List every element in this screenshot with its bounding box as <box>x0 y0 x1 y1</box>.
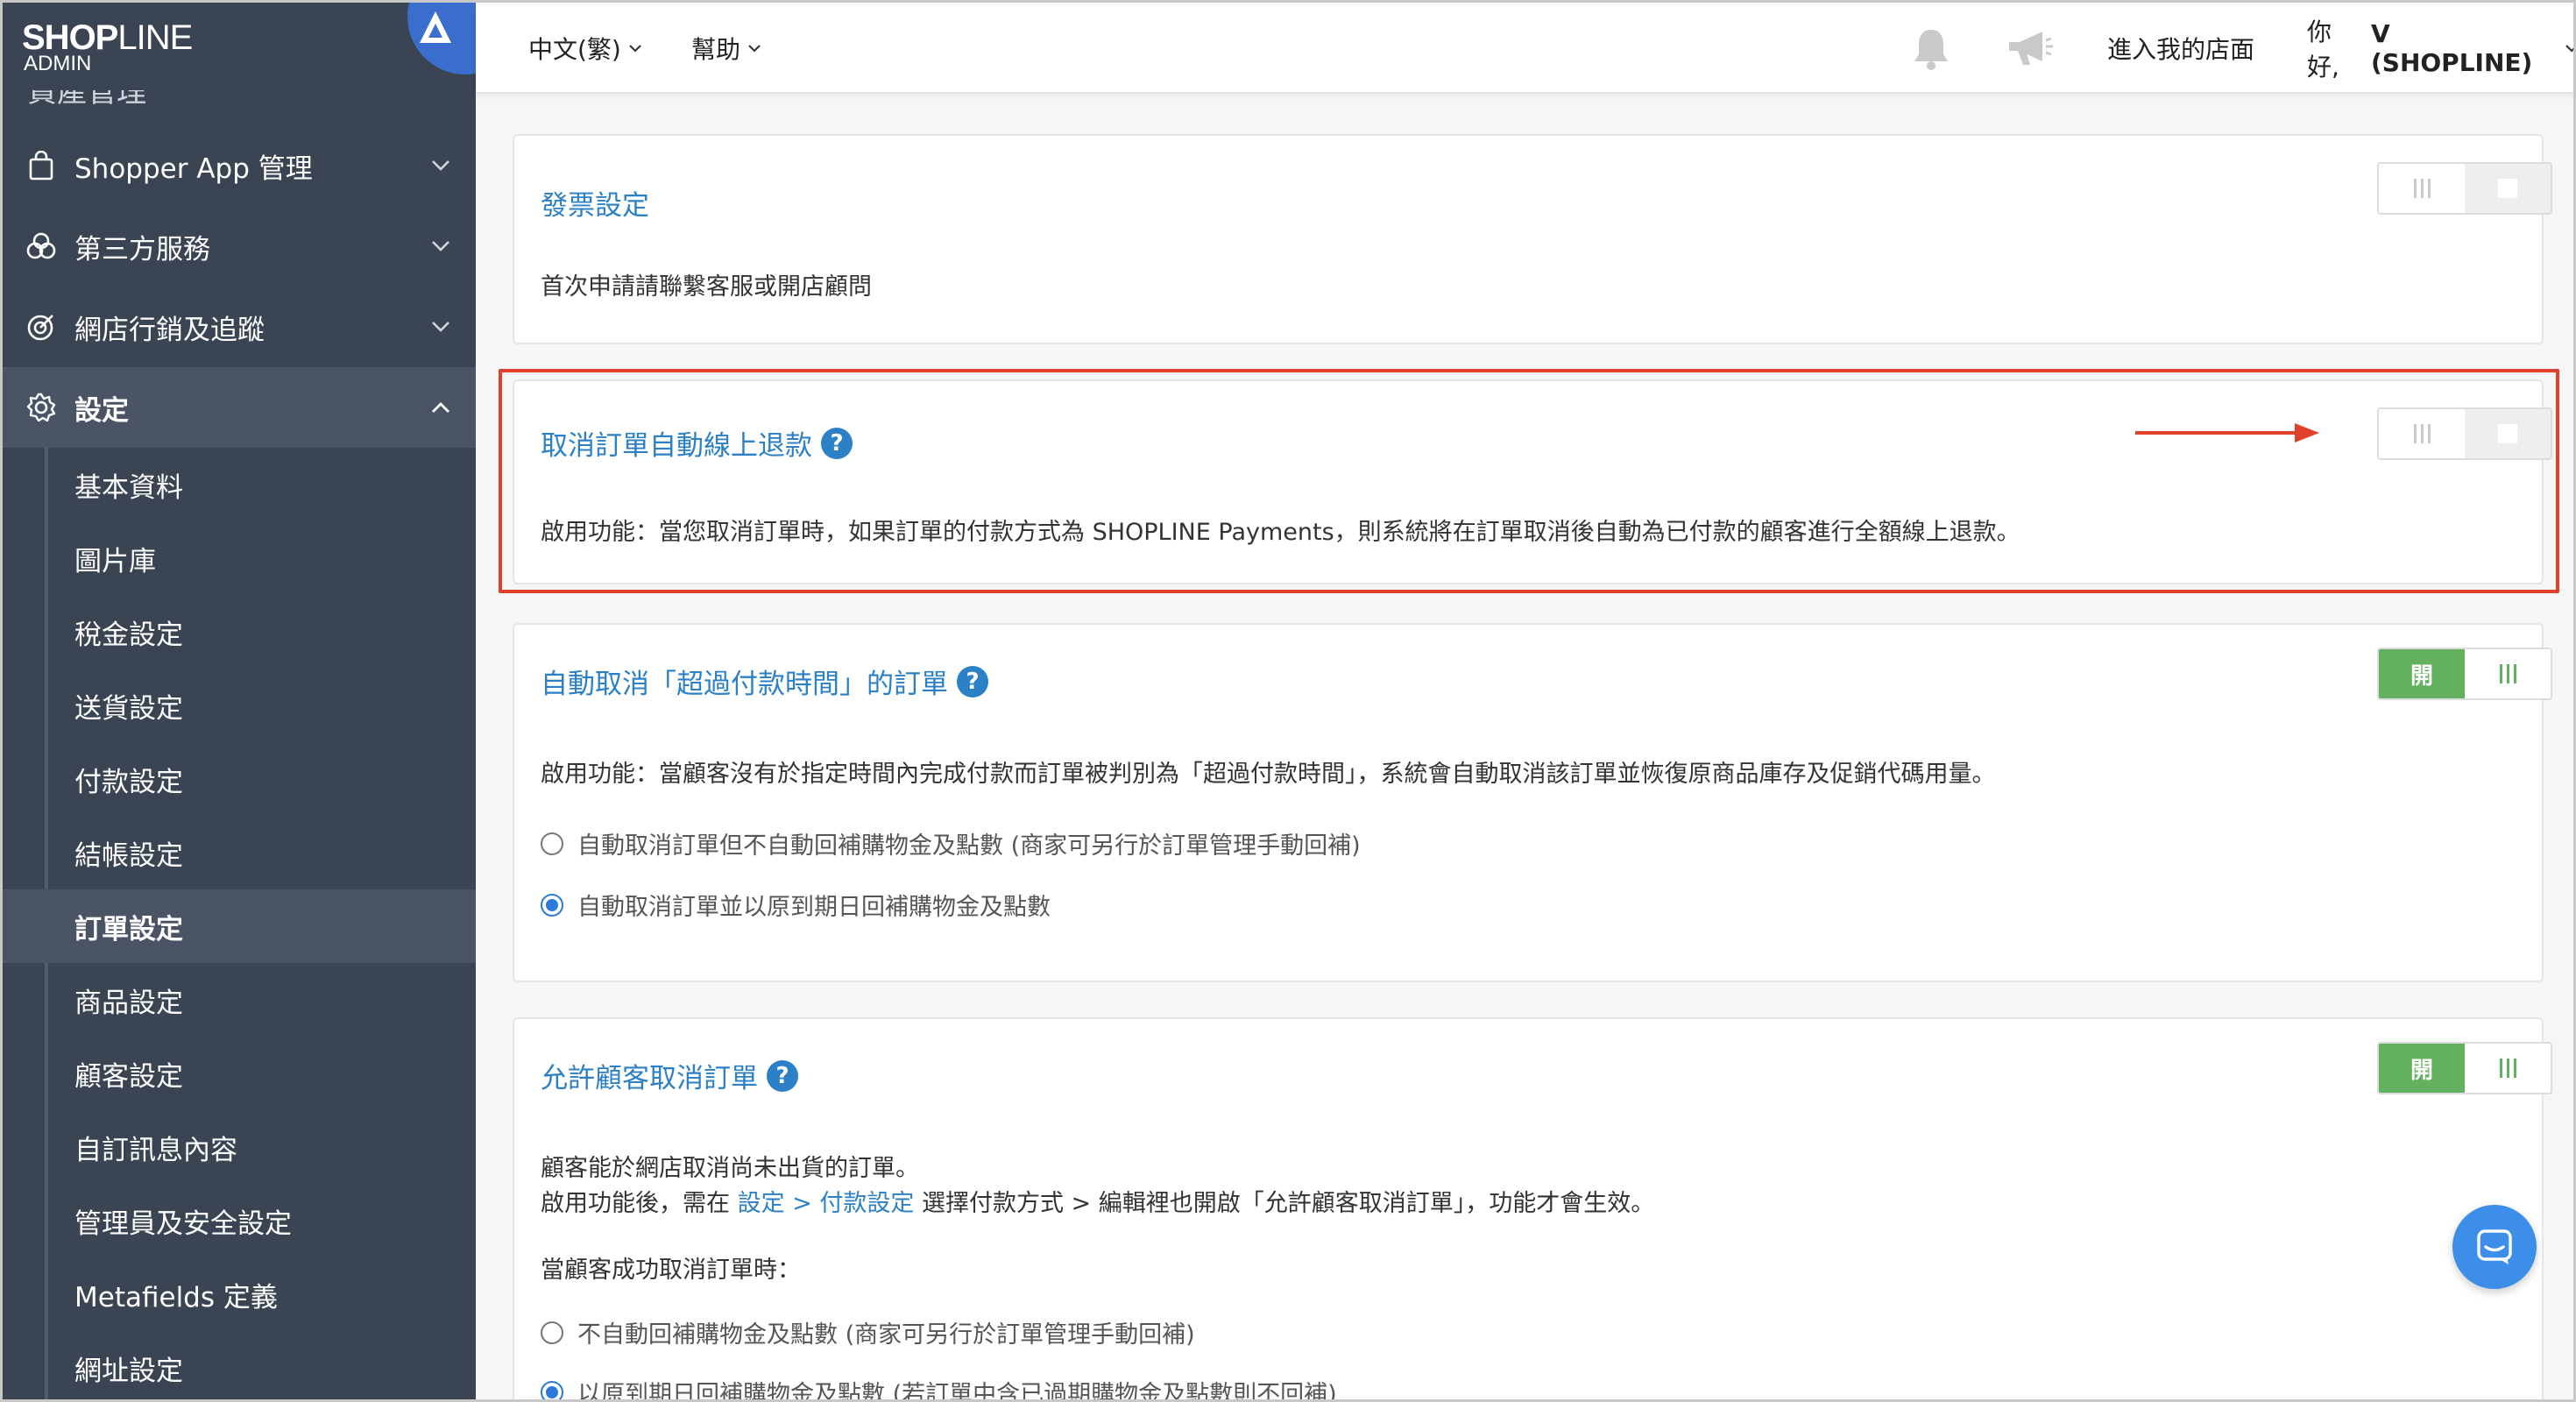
card-subheading: 當顧客成功取消訂單時： <box>541 1257 801 1284</box>
payment-settings-link[interactable]: 設定 > 付款設定 <box>738 1190 915 1217</box>
radio-option[interactable]: 自動取消訂單並以原到期日回補購物金及點數 <box>541 888 1051 922</box>
app-window: 資產管理 SHOPLINE ADMIN Shopper App 管理 第三方服務 <box>0 0 2576 1402</box>
sidebar-item-order-settings[interactable]: 訂單設定 <box>3 889 476 963</box>
sidebar-item-tax[interactable]: 稅金設定 <box>3 595 476 669</box>
radio-button[interactable] <box>541 832 563 855</box>
sidebar-item-label: 第三方服務 <box>74 233 210 266</box>
view-store-link[interactable]: 進入我的店面 <box>2107 3 2254 94</box>
chevron-down-icon <box>628 44 642 53</box>
target-icon <box>24 309 59 344</box>
language-dropdown[interactable]: 中文(繁) <box>528 3 642 94</box>
settings-submenu: 基本資料 圖片庫 稅金設定 送貨設定 付款設定 結帳設定 訂單設定 商品設定 顧… <box>3 448 476 1399</box>
top-bar: 中文(繁) 幫助 進入我的店面 你好, V (SHOPLINE) <box>476 3 2573 94</box>
sidebar-item-label: 設定 <box>74 394 129 427</box>
sidebar-item-url-settings[interactable]: 網址設定 <box>3 1331 476 1399</box>
invoice-toggle[interactable] <box>2377 162 2552 215</box>
sidebar-item-label: Shopper App 管理 <box>74 152 313 185</box>
chevron-up-icon <box>428 395 453 420</box>
sidebar-item-media-library[interactable]: 圖片庫 <box>3 521 476 595</box>
card-title: 自動取消「超過付款時間」的訂單 ? <box>541 662 988 701</box>
chevron-down-icon <box>747 44 761 53</box>
chevron-down-icon <box>428 153 453 178</box>
card-title: 發票設定 <box>541 190 649 222</box>
chat-icon <box>2477 1229 2512 1264</box>
sidebar-item-checkout[interactable]: 結帳設定 <box>3 816 476 889</box>
logo-subtitle: ADMIN <box>24 52 92 75</box>
invoice-settings-card: 發票設定 首次申請請聯繫客服或開店顧問 <box>513 134 2552 344</box>
sidebar-item-delivery[interactable]: 送貨設定 <box>3 669 476 742</box>
auto-cancel-card: 自動取消「超過付款時間」的訂單 ? 開 啟用功能：當顧客沒有於指定時間內完成付款… <box>513 623 2552 982</box>
radio-button[interactable] <box>541 893 563 917</box>
sidebar-item-basic-info[interactable]: 基本資料 <box>3 448 476 521</box>
grip-icon <box>2499 1059 2516 1078</box>
chevron-down-icon <box>2565 44 2573 53</box>
radio-button[interactable] <box>541 1321 563 1344</box>
card-description: 首次申請請聯繫客服或開店顧問 <box>541 273 872 301</box>
brand-logo[interactable]: SHOPLINE ADMIN <box>3 3 476 90</box>
auto-cancel-toggle[interactable]: 開 <box>2377 648 2552 700</box>
sidebar-item-third-party[interactable]: 第三方服務 <box>3 206 476 287</box>
grip-icon <box>2499 664 2516 683</box>
shopping-bag-icon <box>24 148 59 183</box>
app-switch-icon[interactable] <box>407 3 476 74</box>
card-title: 允許顧客取消訂單 ? <box>541 1056 798 1095</box>
customer-cancel-card: 允許顧客取消訂單 ? 開 顧客能於網店取消尚未出貨的訂單。 啟用功能後，需在 設… <box>513 1017 2552 1399</box>
sidebar-item-shopper-app[interactable]: Shopper App 管理 <box>3 125 476 206</box>
chevron-down-icon <box>428 234 453 258</box>
help-dropdown[interactable]: 幫助 <box>691 3 761 94</box>
help-icon[interactable]: ? <box>767 1059 798 1092</box>
card-description: 啟用功能：當顧客沒有於指定時間內完成付款而訂單被判別為「超過付款時間」，系統會自… <box>541 761 1996 788</box>
sidebar-item-settings[interactable]: 設定 <box>3 367 476 448</box>
integrations-icon <box>24 229 59 264</box>
highlight-box <box>499 369 2559 593</box>
sidebar-item-customer[interactable]: 顧客設定 <box>3 1037 476 1110</box>
megaphone-icon[interactable] <box>2004 3 2055 94</box>
sidebar-item-custom-messages[interactable]: 自訂訊息內容 <box>3 1110 476 1184</box>
radio-option[interactable]: 不自動回補購物金及點數 (商家可另行於訂單管理手動回補) <box>541 1315 1195 1349</box>
chevron-down-icon <box>428 315 453 339</box>
card-instruction: 啟用功能後，需在 設定 > 付款設定 選擇付款方式 > 編輯裡也開啟「允許顧客取… <box>541 1190 1655 1217</box>
arrow-icon <box>2135 423 2319 443</box>
card-description: 顧客能於網店取消尚未出貨的訂單。 <box>541 1155 919 1182</box>
bell-icon[interactable] <box>1911 3 1951 94</box>
customer-cancel-toggle[interactable]: 開 <box>2377 1042 2552 1094</box>
main-content: 發票設定 首次申請請聯繫客服或開店顧問 取消訂單自動線上退款 ? 啟用功能：當您… <box>476 94 2573 1399</box>
chat-widget-button[interactable] <box>2452 1205 2537 1289</box>
radio-option[interactable]: 以原到期日回補購物金及點數 (若訂單中含已過期購物金及點數則不回補) <box>541 1375 1337 1399</box>
user-menu[interactable]: 你好, V (SHOPLINE) <box>2307 3 2573 94</box>
sidebar-item-product[interactable]: 商品設定 <box>3 963 476 1037</box>
sidebar-item-marketing[interactable]: 網店行銷及追蹤 <box>3 287 476 367</box>
radio-button[interactable] <box>541 1380 563 1399</box>
help-icon[interactable]: ? <box>957 665 988 697</box>
grip-icon <box>2413 179 2431 198</box>
sidebar-item-label: 網店行銷及追蹤 <box>74 314 265 346</box>
radio-option[interactable]: 自動取消訂單但不自動回補購物金及點數 (商家可另行於訂單管理手動回補) <box>541 826 1361 860</box>
gear-icon <box>24 390 59 425</box>
sidebar-item-metafields[interactable]: Metafields 定義 <box>3 1257 476 1331</box>
sidebar-item-staff-security[interactable]: 管理員及安全設定 <box>3 1184 476 1257</box>
sidebar-item-payment[interactable]: 付款設定 <box>3 742 476 816</box>
sidebar: 資產管理 SHOPLINE ADMIN Shopper App 管理 第三方服務 <box>3 3 476 1399</box>
